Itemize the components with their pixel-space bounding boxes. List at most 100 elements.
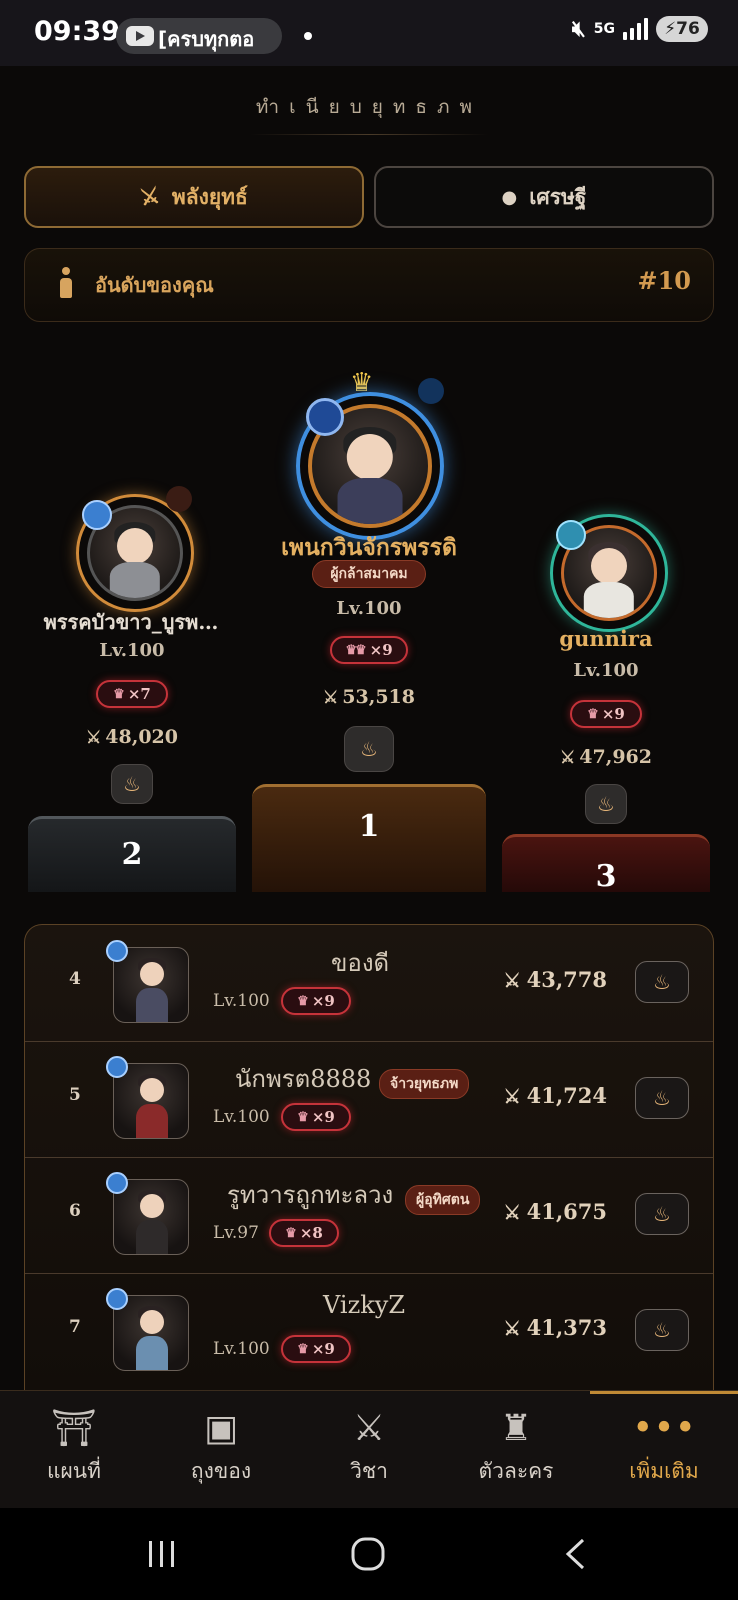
status-time: 09:39 [34,16,120,47]
challenge-button[interactable]: ♨ [344,726,394,772]
crown-count-chip: ♛ ×9 [281,1335,351,1363]
player-title-badge: ผู้กล้าสมาคม [312,560,426,588]
podium-power-third: ⚔ 47,962 [526,746,686,768]
power-icon: ⚔ [86,728,102,748]
tab-wealth[interactable]: ● เศรษฐี [374,166,714,228]
crown-icon: ♛ [297,1341,309,1357]
row-power: ⚔ 41,724 [504,1083,607,1108]
challenge-button[interactable]: ♨ [585,784,627,824]
avatar[interactable] [106,1288,189,1371]
my-rank-bar[interactable]: อันดับของคุณ #10 [24,248,714,322]
ranking-list[interactable]: 4 ของดี Lv.100 ♛ ×9 ⚔ 43,778 ♨ 5 นักพรต888… [24,924,714,1394]
network-label: 5G [593,20,615,37]
fire-icon: ♨ [653,1202,671,1226]
battery-level: 76 [676,19,700,39]
podium-level-first: Lv.100 [336,598,402,619]
crown-count: ×9 [311,1108,335,1126]
crown-count: ×9 [369,641,393,659]
status-icons: 🔇︎ 5G ⚡76 [572,16,708,42]
notification-text: [ครบทุกตอ [158,27,255,51]
list-item[interactable]: 7 VizkyZ Lv.100 ♛ ×9 ⚔ 41,373 ♨ [25,1273,713,1389]
home-button[interactable] [338,1532,398,1576]
coin-icon: ● [501,186,518,208]
tab-power-label: พลังยุทธ์ [171,183,248,209]
crown-count: ×7 [127,685,151,703]
crown-count-chip: ♛♛ ×9 [330,636,408,664]
podium-name-second: พรรคบัวขาว_บูรพ… [43,610,219,634]
podium-rank-number: 1 [358,809,380,844]
crown-icon: ♛ [285,1225,297,1241]
sect-emblem-icon [106,940,128,962]
back-button[interactable] [546,1532,606,1576]
nav-item-character[interactable]: ♜ ตัวละคร [456,1409,576,1488]
avatar[interactable] [106,1172,189,1255]
power-icon: ⚔ [503,970,521,992]
row-level: Lv.100 [213,1339,270,1359]
power-value: 41,373 [526,1315,607,1340]
nav-label: วิชา [350,1459,388,1483]
avatar[interactable] [106,940,189,1023]
challenge-button[interactable]: ♨ [635,961,689,1003]
nav-item-more[interactable]: ••• เพิ่มเติม [604,1409,724,1488]
row-rank: 7 [69,1317,81,1337]
nav-item-bag[interactable]: ▣ ถุงของ [161,1409,281,1488]
power-value: 41,675 [526,1199,607,1224]
recent-apps-button[interactable] [132,1532,192,1576]
podium-rank-number: 2 [121,837,143,872]
recents-icon [149,1541,174,1567]
tab-power[interactable]: ⚔ พลังยุทธ์ [24,166,364,228]
podium-power-second: ⚔ 48,020 [52,726,212,748]
avatar[interactable] [106,1056,189,1139]
power-value: 43,778 [526,967,607,992]
podium-level-third: Lv.100 [573,660,639,681]
nav-label: แผนที่ [46,1459,102,1483]
crown-count: ×9 [601,705,625,723]
water-drop-icon [418,378,444,404]
power-value: 48,020 [105,726,178,748]
fire-icon: ♨ [123,772,141,796]
fire-icon: ♨ [653,970,671,994]
list-item[interactable]: 5 นักพรต8888 จ้าวยุทธภพ Lv.100 ♛ ×9 ⚔ 41,7… [25,1041,713,1158]
my-rank-value: #10 [637,266,691,295]
row-rank: 5 [69,1085,81,1105]
challenge-button[interactable]: ♨ [635,1077,689,1119]
bag-icon: ▣ [203,1408,238,1449]
row-name: ของดี [331,949,390,977]
player-title-badge: ผู้อุทิศตน [405,1185,481,1215]
crown-count: ×9 [311,992,335,1010]
fire-icon: ♨ [653,1318,671,1342]
power-icon: ⚔ [560,748,576,768]
sect-emblem-icon [106,1056,128,1078]
crown-icon: ♛ [297,993,309,1009]
crown-count: ×8 [299,1224,323,1242]
list-item[interactable]: 4 ของดี Lv.100 ♛ ×9 ⚔ 43,778 ♨ [25,925,713,1042]
row-name: VizkyZ [323,1291,406,1319]
power-value: 53,518 [342,686,415,708]
back-icon [565,1538,585,1570]
crown-count-chip: ♛ ×7 [96,680,168,708]
row-level: Lv.97 [213,1223,259,1243]
crown-count-chip: ♛ ×8 [269,1219,339,1247]
challenge-button[interactable]: ♨ [635,1193,689,1235]
crown-icon: ♛ [587,706,599,722]
nav-item-skills[interactable]: ⚔ วิชา [309,1409,429,1488]
pedestal-third: 3 [502,834,710,894]
crown-count-chip: ♛ ×9 [281,1103,351,1131]
challenge-button[interactable]: ♨ [111,764,153,804]
podium-name-third: gunnira [559,626,653,651]
nav-label: ตัวละคร [478,1459,554,1483]
crown-icon: ♛♛ [345,642,366,658]
media-notification-pill[interactable]: [ครบทุกตอ [116,18,282,54]
pagoda-icon: ⛩ [51,1408,97,1449]
fire-icon: ♨ [597,792,615,816]
sword-slash-icon: ⚔ [138,182,162,212]
list-item[interactable]: 6 รูทวารถูกทะลวง ผู้อุทิศตน Lv.97 ♛ ×8 ⚔ 4… [25,1157,713,1274]
tab-wealth-label: เศรษฐี [529,183,587,209]
crown-count-chip: ♛ ×9 [570,700,642,728]
sword-skill-icon: ⚔ [352,1408,386,1449]
spiral-emblem-icon [556,520,586,550]
sect-emblem-icon [106,1288,128,1310]
power-icon: ⚔ [323,688,339,708]
challenge-button[interactable]: ♨ [635,1309,689,1351]
nav-item-map[interactable]: ⛩ แผนที่ [14,1409,134,1488]
